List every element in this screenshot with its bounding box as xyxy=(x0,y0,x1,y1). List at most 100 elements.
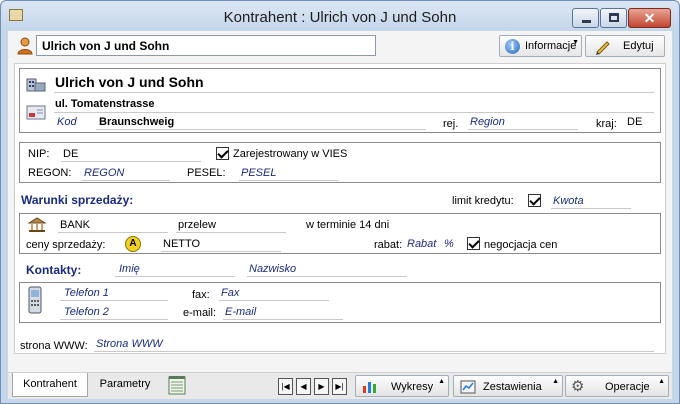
credit-limit-underline xyxy=(551,208,631,209)
name-underline xyxy=(54,92,654,93)
address-name: Ulrich von J und Sohn xyxy=(55,74,204,90)
fax-label: fax: xyxy=(192,289,210,301)
website-field[interactable]: Strona WWW xyxy=(96,338,163,350)
email-label: e-mail: xyxy=(183,307,217,319)
city-underline xyxy=(96,129,426,130)
maximize-icon xyxy=(609,13,619,22)
sales-conditions-section: BANK przelew w terminie 14 dni ceny sprz… xyxy=(19,213,661,254)
zestawienia-label: Zestawienia xyxy=(483,381,542,393)
bank-underline xyxy=(58,232,168,233)
operacje-label: Operacje xyxy=(605,381,650,393)
phone1-underline xyxy=(60,300,168,301)
bank-icon xyxy=(28,217,46,232)
email-field[interactable]: E-mail xyxy=(225,306,256,318)
minimize-icon xyxy=(582,20,591,23)
wykresy-button[interactable]: Wykresy ▲ xyxy=(355,375,449,397)
credit-limit-label: limit kredytu: xyxy=(452,195,514,207)
first-record-button[interactable]: |◀ xyxy=(278,378,293,395)
payment-underline xyxy=(176,232,286,233)
maximize-button[interactable] xyxy=(600,8,627,28)
contact-last-name[interactable]: Nazwisko xyxy=(249,263,296,275)
first-name-underline xyxy=(115,276,235,277)
discount-field[interactable]: Rabat xyxy=(407,238,436,250)
website-underline xyxy=(94,351,654,352)
previous-record-button[interactable]: ◀ xyxy=(296,378,311,395)
title-bar[interactable]: Kontrahent : Ulrich von J und Sohn ✕ xyxy=(1,1,679,31)
window-content: Ulrich von J und Sohn i Informacje ▼ Edy… xyxy=(8,31,672,399)
next-record-button[interactable]: ▶ xyxy=(314,378,329,395)
informacje-label: Informacje xyxy=(525,40,577,52)
last-record-icon: ▶| xyxy=(335,382,344,391)
gear-icon: ⚙ xyxy=(571,378,585,395)
last-name-underline xyxy=(247,276,407,277)
sales-prices-label: ceny sprzedaży: xyxy=(26,239,106,251)
phone2-underline xyxy=(60,319,168,320)
address-section: Ulrich von J und Sohn ul. Tomatenstrasse… xyxy=(19,68,661,133)
nip-underline xyxy=(61,161,201,162)
zestawienia-button[interactable]: Zestawienia ▲ xyxy=(453,375,563,397)
fax-field[interactable]: Fax xyxy=(221,287,239,299)
phone-icon xyxy=(28,286,42,314)
close-button[interactable]: ✕ xyxy=(628,8,671,28)
payment-method-field[interactable]: przelew xyxy=(178,219,216,231)
tab-parametry-label: Parametry xyxy=(99,378,151,390)
regon-underline xyxy=(82,180,170,181)
contact-first-name[interactable]: Imię xyxy=(119,263,140,275)
tab-kontrahent[interactable]: Kontrahent xyxy=(12,373,88,397)
last-record-button[interactable]: ▶| xyxy=(332,378,347,395)
info-icon: i xyxy=(505,39,520,54)
street-field[interactable]: ul. Tomatenstrasse xyxy=(55,98,154,110)
phone-1-field[interactable]: Telefon 1 xyxy=(64,287,109,299)
minimize-button[interactable] xyxy=(572,8,599,28)
close-icon: ✕ xyxy=(643,10,656,26)
price-negotiation-checkbox[interactable] xyxy=(467,237,480,250)
sales-conditions-heading: Warunki sprzedaży: xyxy=(21,193,134,207)
email-underline xyxy=(223,319,343,320)
bank-field[interactable]: BANK xyxy=(60,219,90,231)
main-panel: Ulrich von J und Sohn ul. Tomatenstrasse… xyxy=(14,63,666,354)
price-type-badge: A xyxy=(125,236,141,252)
contacts-heading: Kontakty: xyxy=(26,263,82,277)
dropup-arrow-icon: ▲ xyxy=(658,378,665,385)
credit-limit-checkbox[interactable] xyxy=(528,194,541,207)
pesel-field[interactable]: PESEL xyxy=(241,167,276,179)
contractor-name-input[interactable]: Ulrich von J und Sohn xyxy=(36,35,376,56)
region-underline xyxy=(468,129,578,130)
regon-label: REGON: xyxy=(28,167,72,179)
postal-code-field[interactable]: Kod xyxy=(57,116,77,128)
discount-percent: % xyxy=(444,238,454,250)
credit-limit-amount[interactable]: Kwota xyxy=(553,195,584,207)
country-field[interactable]: DE xyxy=(627,116,642,128)
bottom-bar: Kontrahent Parametry |◀ ◀ ▶ ▶| Wykresy ▲ xyxy=(8,372,672,399)
price-type-field[interactable]: NETTO xyxy=(163,238,200,250)
price-negotiation-label: negocjacja cen xyxy=(484,239,558,251)
street-underline xyxy=(54,112,654,113)
phone-2-field[interactable]: Telefon 2 xyxy=(64,306,109,318)
envelope-icon xyxy=(26,105,46,120)
informacje-button[interactable]: i Informacje ▼ xyxy=(499,35,582,57)
tab-kontrahent-label: Kontrahent xyxy=(23,378,77,390)
notepad-icon[interactable] xyxy=(168,375,186,395)
country-label: kraj: xyxy=(596,118,617,130)
pencil-icon xyxy=(596,41,610,55)
tab-parametry[interactable]: Parametry xyxy=(90,373,160,397)
next-record-icon: ▶ xyxy=(318,382,325,391)
dropup-arrow-icon: ▲ xyxy=(438,378,445,385)
nip-label: NIP: xyxy=(28,148,50,160)
contacts-section: Telefon 1 Telefon 2 fax: Fax e-mail: E-m… xyxy=(19,282,661,323)
pesel-label: PESEL: xyxy=(187,167,226,179)
vies-checkbox[interactable] xyxy=(216,147,229,160)
region-field[interactable]: Region xyxy=(470,116,505,128)
regon-field[interactable]: REGON xyxy=(84,167,124,179)
pesel-underline xyxy=(239,180,339,181)
building-icon xyxy=(26,78,46,92)
edytuj-label: Edytuj xyxy=(623,40,654,52)
tax-ids-section: NIP: DE Zarejestrowany w VIES REGON: REG… xyxy=(19,142,661,183)
nip-field[interactable]: DE xyxy=(63,148,78,160)
operacje-button[interactable]: ⚙ Operacje ▲ xyxy=(565,375,669,397)
city-field[interactable]: Braunschweig xyxy=(99,116,174,128)
user-icon xyxy=(17,37,33,55)
edytuj-button[interactable]: Edytuj xyxy=(585,35,665,57)
payment-terms-field[interactable]: w terminie 14 dni xyxy=(306,219,389,231)
dropdown-arrow-icon: ▼ xyxy=(572,39,579,46)
